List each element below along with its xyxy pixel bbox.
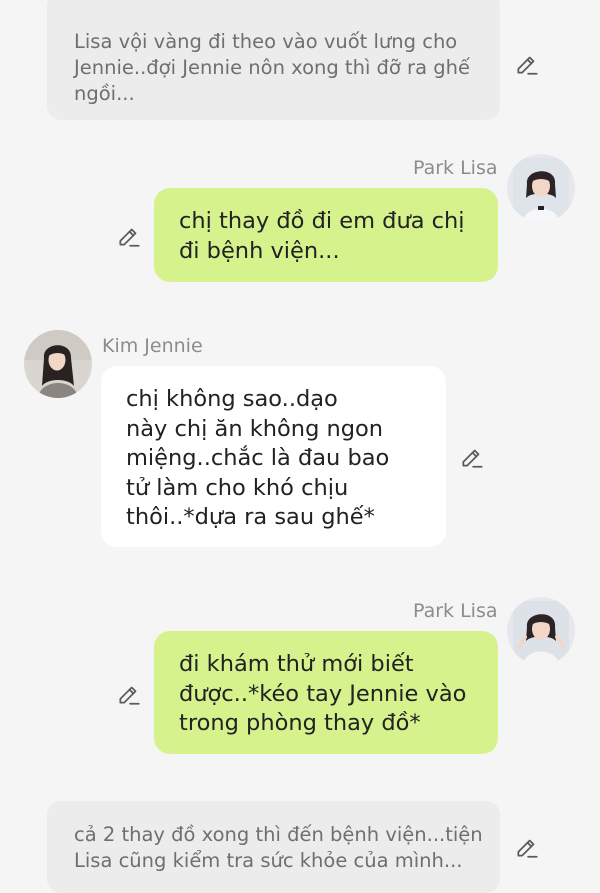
message-text: chị thay đồ đi em đưa chị đi bệnh viện..… [179, 207, 498, 266]
message-line: thôi..*dựa ra sau ghế* [126, 504, 375, 530]
narration-text: cả 2 thay đồ xong thì đến bệnh viện...ti… [74, 822, 484, 874]
message-text: đi khám thử mới biết được..*kéo tay Jenn… [179, 650, 498, 739]
message-text: chị không sao..dạo này chị ăn không ngon… [126, 385, 446, 533]
message-bubble[interactable]: chị thay đồ đi em đưa chị đi bệnh viện..… [154, 188, 498, 282]
avatar[interactable] [24, 330, 92, 398]
message-line: chị không sao..dạo [126, 386, 338, 412]
narration-line: Lisa vội vàng đi theo vào vuốt lưng cho [74, 30, 458, 53]
sender-name: Park Lisa [413, 157, 498, 179]
message-bubble[interactable]: chị không sao..dạo này chị ăn không ngon… [101, 366, 446, 547]
narration-line: Lisa cũng kiểm tra sức khỏe của mình... [74, 849, 463, 872]
sender-name: Kim Jennie [102, 335, 203, 357]
avatar[interactable] [507, 597, 575, 665]
pencil-icon[interactable] [116, 681, 142, 707]
narration-message: Lisa vội vàng đi theo vào vuốt lưng cho … [47, 0, 500, 120]
narration-text: Lisa vội vàng đi theo vào vuốt lưng cho … [74, 29, 484, 107]
sender-name: Park Lisa [413, 600, 498, 622]
message-line: tử làm cho khó chịu [126, 474, 349, 501]
pencil-icon[interactable] [514, 51, 540, 77]
narration-line: cả 2 thay đồ xong thì đến bệnh viện...ti… [74, 823, 483, 846]
message-line: miệng..chắc là đau bao [126, 445, 390, 471]
pencil-icon[interactable] [459, 444, 485, 470]
avatar[interactable] [507, 154, 575, 222]
message-line: được..*kéo tay Jennie vào [179, 680, 467, 707]
narration-line: ngồi... [74, 82, 135, 105]
message-bubble[interactable]: đi khám thử mới biết được..*kéo tay Jenn… [154, 631, 498, 754]
message-line: đi khám thử mới biết [179, 651, 414, 677]
message-line: chị thay đồ đi em đưa chị [179, 208, 465, 234]
narration-message: cả 2 thay đồ xong thì đến bệnh viện...ti… [47, 801, 500, 893]
pencil-icon[interactable] [514, 834, 540, 860]
message-line: này chị ăn không ngon [126, 415, 384, 442]
message-line: trong phòng thay đồ* [179, 710, 421, 736]
pencil-icon[interactable] [116, 223, 142, 249]
narration-line: Jennie..đợi Jennie nôn xong thì đỡ ra gh… [74, 56, 470, 79]
message-line: đi bệnh viện... [179, 237, 340, 264]
